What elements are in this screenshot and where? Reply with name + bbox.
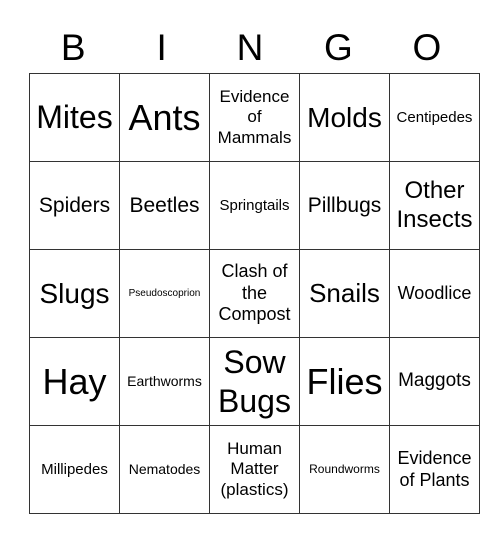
bingo-cell[interactable]: Ants	[119, 73, 210, 162]
bingo-cell[interactable]: Hay	[29, 337, 120, 426]
bingo-cell[interactable]: Spiders	[29, 161, 120, 250]
bingo-cell[interactable]: Roundworms	[299, 425, 390, 514]
bingo-cell[interactable]: Flies	[299, 337, 390, 426]
bingo-cell[interactable]: Nematodes	[119, 425, 210, 514]
bingo-cell[interactable]: Woodlice	[389, 249, 480, 338]
bingo-cell[interactable]: Molds	[299, 73, 390, 162]
bingo-cell[interactable]: Snails	[299, 249, 390, 338]
bingo-cell[interactable]: Mites	[29, 73, 120, 162]
bingo-cell[interactable]: Beetles	[119, 161, 210, 250]
bingo-cell[interactable]: Springtails	[209, 161, 300, 250]
bingo-row: Millipedes Nematodes Human Matter (plastic…	[29, 425, 480, 514]
bingo-cell[interactable]: Human Matter (plastics)	[209, 425, 300, 514]
bingo-row: Slugs Pseudoscoprion Clash of the Compost S…	[29, 249, 480, 338]
bingo-cell[interactable]: Evidence of Plants	[389, 425, 480, 514]
bingo-row: Mites Ants Evidence of Mammals Molds Centipe…	[29, 73, 480, 162]
bingo-row: Spiders Beetles Springtails Pillbugs Other I…	[29, 161, 480, 250]
bingo-cell[interactable]: Other Insects	[389, 161, 480, 250]
bingo-cell[interactable]: Clash of the Compost	[209, 249, 300, 338]
bingo-cell[interactable]: Slugs	[29, 249, 120, 338]
bingo-cell[interactable]: Pseudoscoprion	[119, 249, 210, 338]
header-letter: N	[236, 27, 264, 68]
bingo-cell[interactable]: Pillbugs	[299, 161, 390, 250]
header-letter: G	[324, 27, 353, 68]
header-letter: B	[60, 27, 86, 68]
bingo-grid: Mites Ants Evidence of Mammals Molds Centipe…	[29, 73, 480, 514]
bingo-row: Hay Earthworms Sow Bugs Flies Maggots	[29, 337, 480, 426]
bingo-cell[interactable]: Sow Bugs	[209, 337, 300, 426]
header-letter: O	[412, 27, 442, 68]
bingo-cell[interactable]: Millipedes	[29, 425, 120, 514]
bingo-header: B I N G O	[29, 26, 471, 70]
header-letter: I	[156, 27, 167, 68]
bingo-cell[interactable]: Maggots	[389, 337, 480, 426]
bingo-cell[interactable]: Earthworms	[119, 337, 210, 426]
bingo-cell[interactable]: Evidence of Mammals	[209, 73, 300, 162]
bingo-cell[interactable]: Centipedes	[389, 73, 480, 162]
